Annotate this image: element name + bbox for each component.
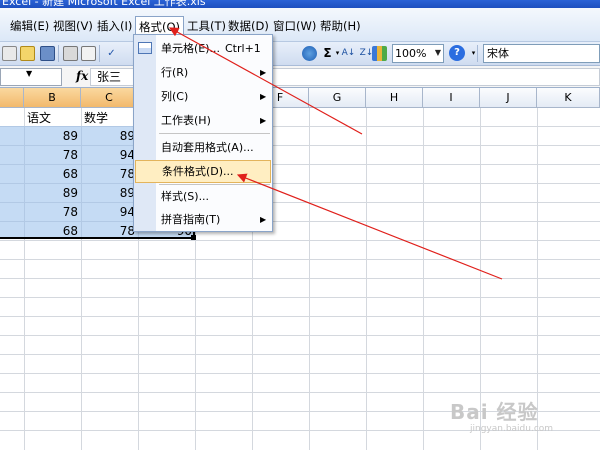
menu-help[interactable]: 帮助(H) (320, 18, 361, 34)
menu-item-conditional-formatting[interactable]: 条件格式(D)... (135, 160, 271, 183)
font-select[interactable]: 宋体 (483, 44, 600, 63)
table-cell[interactable]: 68 (24, 221, 78, 241)
menu-window[interactable]: 窗口(W) (273, 18, 316, 34)
chart-wizard-icon[interactable] (372, 46, 387, 61)
table-cell[interactable]: 89 (24, 183, 78, 203)
menu-item-label: 条件格式(D)... (162, 165, 234, 178)
table-cell[interactable]: 89 (81, 183, 135, 203)
menu-item-label: 自动套用格式(A)... (161, 141, 254, 154)
grid-line (0, 392, 600, 393)
toolbar-separator (58, 45, 59, 62)
menu-view[interactable]: 视图(V) (53, 18, 93, 34)
spelling-icon[interactable]: ✓ (104, 46, 119, 61)
menu-insert[interactable]: 插入(I) (97, 18, 132, 34)
column-header-h[interactable]: H (366, 88, 423, 108)
menu-item-style[interactable]: 样式(S)... (134, 185, 272, 208)
print-icon[interactable] (63, 46, 78, 61)
menu-item-label: 单元格(E)... (161, 42, 221, 55)
sort-ascending-icon[interactable]: A↓ (341, 46, 356, 61)
grid-line (309, 108, 310, 450)
menu-item-shortcut: Ctrl+1 (225, 42, 261, 55)
menu-item-row[interactable]: 行(R) ▶ (134, 61, 272, 84)
menu-format[interactable]: 格式(O) (135, 16, 185, 36)
toolbar-separator (477, 45, 478, 62)
menu-separator (159, 133, 270, 134)
watermark-logo: Bai 经验 (450, 400, 539, 424)
table-cell[interactable]: 78 (24, 202, 78, 222)
submenu-arrow-icon: ▶ (260, 92, 267, 101)
column-header-g[interactable]: G (309, 88, 366, 108)
menu-item-autoformat[interactable]: 自动套用格式(A)... (134, 136, 272, 159)
header-cell-math[interactable]: 数学 (84, 108, 108, 128)
grid-line (366, 108, 367, 450)
menu-item-label: 列(C) (161, 90, 189, 103)
grid-line (0, 316, 600, 317)
menu-item-label: 行(R) (161, 66, 189, 79)
submenu-arrow-icon: ▶ (260, 68, 267, 77)
window-title: Excel - 新建 Microsoft Excel 工作表.xls (2, 0, 206, 8)
column-header-i[interactable]: I (423, 88, 480, 108)
table-cell[interactable]: 89 (24, 126, 78, 146)
menu-item-label: 拼音指南(T) (161, 213, 221, 226)
table-cell[interactable]: 78 (81, 164, 135, 184)
open-folder-icon[interactable] (20, 46, 35, 61)
grid-line (0, 335, 600, 336)
toolbar-separator (99, 45, 100, 62)
submenu-arrow-icon: ▶ (260, 116, 267, 125)
grid-line (0, 373, 600, 374)
menu-item-sheet[interactable]: 工作表(H) ▶ (134, 109, 272, 132)
menu-data[interactable]: 数据(D) (228, 18, 269, 34)
table-cell[interactable]: 78 (81, 221, 135, 241)
menu-item-label: 样式(S)... (161, 190, 210, 203)
menu-edit[interactable]: 编辑(E) (10, 18, 49, 34)
standard-toolbar: ✓ Σ ▾ A↓ Z↓ 100% ▼ ? ▾ 宋体 (0, 42, 600, 66)
chevron-down-icon[interactable]: ▼ (26, 69, 32, 78)
column-header-j[interactable]: J (480, 88, 537, 108)
menu-item-phonetic-guide[interactable]: 拼音指南(T) ▶ (134, 208, 272, 231)
format-menu-dropdown: 单元格(E)... Ctrl+1 行(R) ▶ 列(C) ▶ 工作表(H) ▶ … (133, 34, 273, 232)
table-cell[interactable]: 78 (24, 145, 78, 165)
menu-tools[interactable]: 工具(T) (187, 18, 226, 34)
new-file-icon[interactable] (2, 46, 17, 61)
column-header-c[interactable]: C (81, 88, 138, 108)
chevron-down-icon[interactable]: ▼ (433, 45, 443, 61)
grid-line (0, 297, 600, 298)
menu-item-column[interactable]: 列(C) ▶ (134, 85, 272, 108)
menu-item-format-cells[interactable]: 单元格(E)... Ctrl+1 (134, 37, 272, 60)
header-cell-chinese[interactable]: 语文 (27, 108, 51, 128)
column-header-k[interactable]: K (537, 88, 600, 108)
table-cell[interactable]: 89 (81, 126, 135, 146)
title-bar: Excel - 新建 Microsoft Excel 工作表.xls (0, 0, 600, 8)
table-cell[interactable]: 94 (81, 202, 135, 222)
grid-line (0, 354, 600, 355)
grid-line (423, 108, 424, 450)
hyperlink-icon[interactable] (302, 46, 317, 61)
grid-line (0, 278, 600, 279)
watermark-url: jingyan.baidu.com (470, 424, 554, 434)
print-preview-icon[interactable] (81, 46, 96, 61)
toolbar-options-icon[interactable]: ▾ (466, 46, 481, 61)
submenu-arrow-icon: ▶ (260, 215, 267, 224)
column-header-b[interactable]: B (24, 88, 81, 108)
table-cell[interactable]: 68 (24, 164, 78, 184)
menu-bar: 编辑(E) 视图(V) 插入(I) 格式(O) 工具(T) 数据(D) 窗口(W… (0, 8, 600, 42)
formula-bar: ▼ fx 张三 (0, 66, 600, 88)
help-icon[interactable]: ? (449, 45, 465, 61)
insert-function-icon[interactable]: fx (76, 69, 88, 83)
save-icon[interactable] (40, 46, 55, 61)
menu-item-label: 工作表(H) (161, 114, 211, 127)
row-header-corner (0, 88, 24, 108)
grid-line (0, 259, 600, 260)
table-cell[interactable]: 94 (81, 145, 135, 165)
